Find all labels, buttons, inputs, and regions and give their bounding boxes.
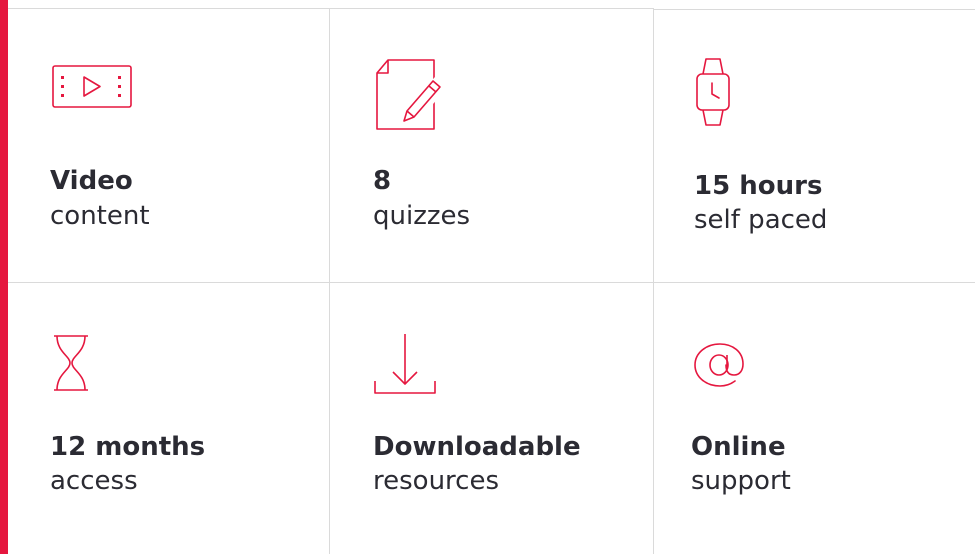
- feature-access: 12 months access: [8, 283, 329, 554]
- feature-subtitle: content: [50, 201, 150, 231]
- download-icon: [374, 333, 436, 395]
- feature-title: 12 months: [50, 432, 206, 462]
- feature-title: Downloadable: [373, 432, 581, 462]
- feature-subtitle: resources: [373, 466, 500, 496]
- feature-self-paced: 15 hours self paced: [654, 10, 975, 282]
- feature-online-support: Online support: [654, 283, 975, 554]
- feature-subtitle: access: [50, 466, 138, 496]
- feature-title: Video: [50, 166, 133, 196]
- feature-title: 15 hours: [694, 171, 823, 201]
- feature-quizzes: 8 quizzes: [330, 9, 653, 282]
- feature-subtitle: support: [691, 466, 791, 496]
- at-sign-icon: [694, 343, 744, 387]
- video-icon: [52, 65, 132, 108]
- feature-title: Online: [691, 432, 786, 462]
- hourglass-icon: [53, 334, 89, 392]
- feature-downloadable: Downloadable resources: [330, 283, 653, 554]
- feature-title: 8: [373, 166, 392, 196]
- feature-subtitle: quizzes: [373, 201, 471, 231]
- smartwatch-icon: [695, 56, 731, 128]
- quiz-edit-icon: [374, 57, 449, 130]
- feature-subtitle: self paced: [694, 205, 828, 235]
- accent-bar: [0, 0, 8, 554]
- features-grid: Video content 8 quizzes 15 hours self pa…: [8, 0, 975, 554]
- feature-video-content: Video content: [8, 9, 329, 282]
